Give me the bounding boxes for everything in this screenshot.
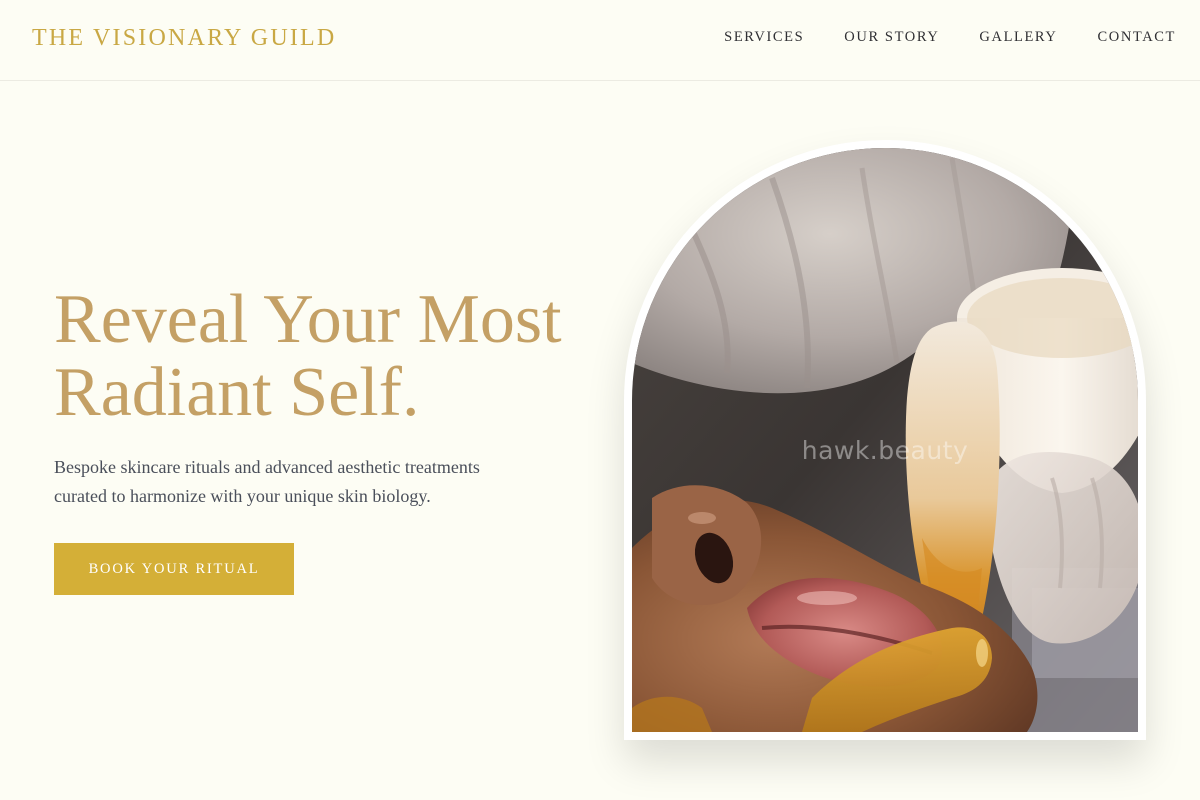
brand-logo[interactable]: THE VISIONARY GUILD	[32, 25, 336, 52]
hero-title: Reveal Your Most Radiant Self.	[54, 283, 562, 429]
top-navbar: THE VISIONARY GUILD SERVICES OUR STORY G…	[0, 0, 1200, 81]
nav-link-services[interactable]: SERVICES	[724, 29, 804, 46]
book-ritual-button[interactable]: BOOK YOUR RITUAL	[54, 543, 294, 595]
nav-link-contact[interactable]: CONTACT	[1097, 29, 1176, 46]
image-watermark: hawk.beauty	[801, 436, 969, 465]
hero-subtitle: Bespoke skincare rituals and advanced ae…	[54, 457, 480, 506]
hero-title-line-1: Reveal Your Most	[54, 281, 562, 358]
nav-link-gallery[interactable]: GALLERY	[979, 29, 1057, 46]
nav-link-our-story[interactable]: OUR STORY	[844, 29, 939, 46]
hero-image: hawk.beauty	[632, 148, 1138, 732]
hero-image-frame: hawk.beauty	[624, 140, 1146, 740]
main-nav: SERVICES OUR STORY GALLERY CONTACT	[724, 29, 1176, 46]
hero-title-line-2: Radiant Self.	[54, 354, 420, 431]
